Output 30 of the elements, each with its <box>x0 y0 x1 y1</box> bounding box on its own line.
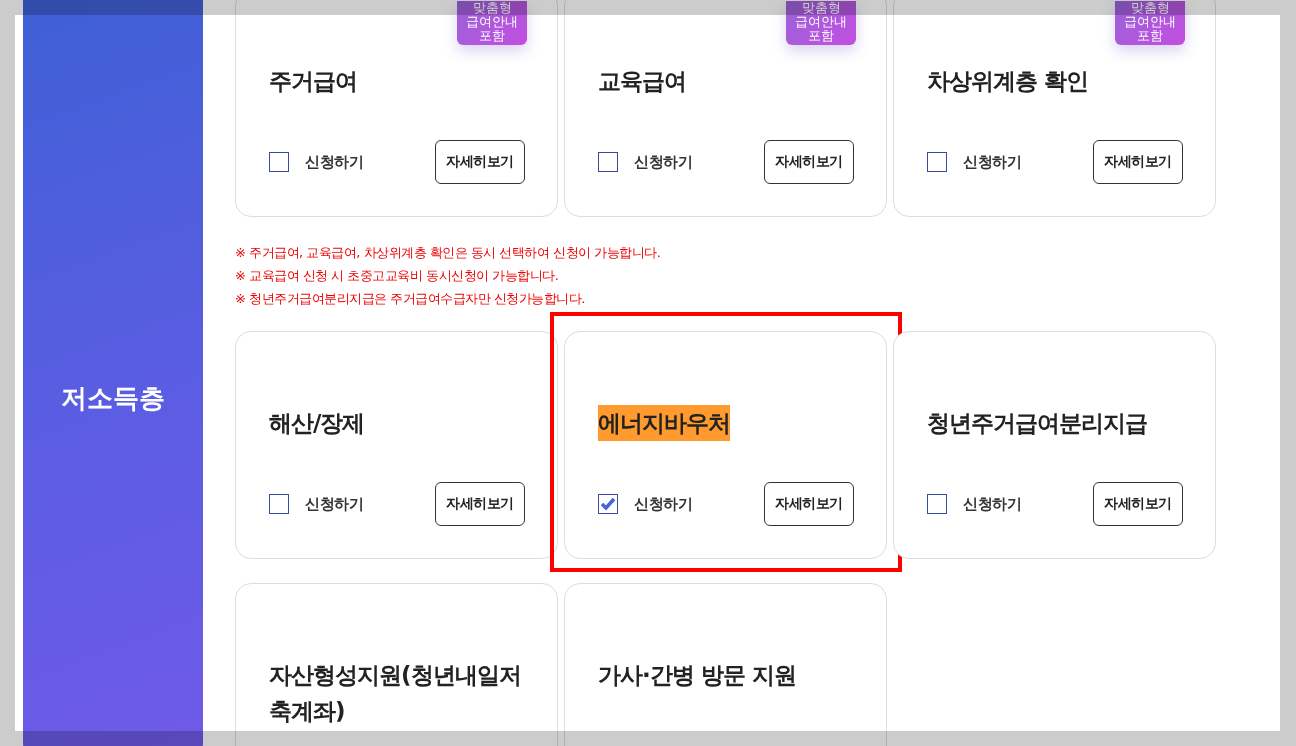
details-button[interactable]: 자세히보기 <box>1093 140 1183 184</box>
details-button[interactable]: 자세히보기 <box>764 140 854 184</box>
checkbox[interactable] <box>269 494 289 514</box>
details-button[interactable]: 자세히보기 <box>1093 482 1183 526</box>
checkbox-label[interactable]: 신청하기 <box>963 494 1021 514</box>
card-title: 자산형성지원(청년내일저축계좌) <box>269 661 522 726</box>
notice-text: ※ 주거급여, 교육급여, 차상위계층 확인은 동시 선택하여 신청이 가능합니다. <box>235 244 662 261</box>
card-title: 차상위계층 확인 <box>927 67 1088 96</box>
details-button[interactable]: 자세히보기 <box>764 482 854 526</box>
details-button[interactable]: 자세히보기 <box>435 482 525 526</box>
card-title: 해산/장제 <box>269 409 365 438</box>
details-button[interactable]: 자세히보기 <box>435 140 525 184</box>
card-title: 주거급여 <box>269 67 357 96</box>
checkbox[interactable] <box>927 152 947 172</box>
checkbox-label[interactable]: 신청하기 <box>963 152 1021 172</box>
card-title: 에너지바우처 <box>598 405 730 441</box>
checkbox-label[interactable]: 신청하기 <box>634 152 692 172</box>
card-title: 가사·간병 방문 지원 <box>598 661 796 690</box>
checkbox-label[interactable]: 신청하기 <box>305 494 363 514</box>
checkbox[interactable] <box>598 494 618 514</box>
category-title: 저소득층 <box>61 381 165 415</box>
checkbox[interactable] <box>269 152 289 172</box>
notice-text: ※ 청년주거급여분리지급은 주거급여수급자만 신청가능합니다. <box>235 290 586 307</box>
checkbox-label[interactable]: 신청하기 <box>305 152 363 172</box>
card-title: 교육급여 <box>598 67 686 96</box>
card-title: 청년주거급여분리지급 <box>927 409 1147 438</box>
checkbox[interactable] <box>598 152 618 172</box>
checkbox-label[interactable]: 신청하기 <box>634 494 692 514</box>
notice-text: ※ 교육급여 신청 시 초중고교육비 동시신청이 가능합니다. <box>235 267 560 284</box>
checkbox[interactable] <box>927 494 947 514</box>
